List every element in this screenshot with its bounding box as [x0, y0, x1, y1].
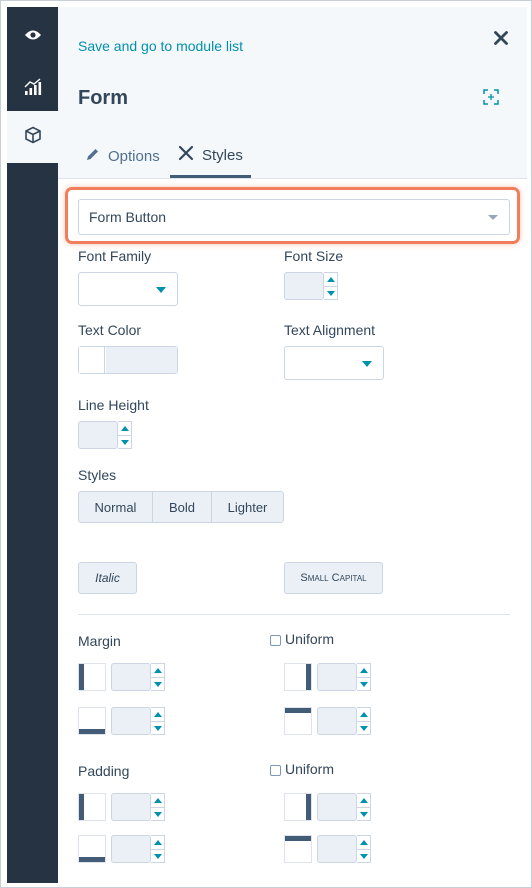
small-capital-button[interactable]: Small Capital — [284, 562, 383, 594]
element-select-dropdown[interactable]: Form Button — [78, 199, 510, 235]
padding-top-side-icon — [284, 835, 312, 863]
font-family-dropdown[interactable] — [78, 272, 178, 306]
margin-left-input[interactable] — [111, 663, 151, 691]
decrement-icon[interactable] — [360, 854, 368, 859]
module-title: Form — [78, 87, 128, 109]
line-height-label: Line Height — [78, 397, 149, 413]
margin-bottom-side-icon — [78, 707, 106, 735]
left-rail — [7, 7, 58, 883]
cube-icon — [24, 126, 42, 149]
section-divider — [78, 614, 510, 615]
decrement-icon[interactable] — [154, 726, 162, 731]
module-editor-panel: Save and go to module list Form Options … — [58, 7, 527, 883]
padding-right-side-icon — [284, 793, 312, 821]
increment-icon[interactable] — [360, 798, 368, 803]
decrement-icon[interactable] — [360, 726, 368, 731]
expand-panel-icon[interactable] — [483, 89, 501, 107]
bold-button[interactable]: Bold — [153, 492, 212, 522]
margin-top-side-icon — [284, 707, 312, 735]
padding-uniform-label: Uniform — [285, 761, 335, 777]
normal-button[interactable]: Normal — [79, 492, 153, 522]
increment-icon[interactable] — [121, 426, 129, 431]
decrement-icon[interactable] — [121, 440, 129, 445]
text-color-label: Text Color — [78, 322, 142, 338]
increment-icon[interactable] — [154, 840, 162, 845]
font-size-stepper[interactable] — [324, 272, 338, 300]
padding-label: Padding — [78, 763, 130, 779]
padding-left-side-icon — [78, 793, 106, 821]
tab-styles-label: Styles — [202, 146, 243, 164]
increment-icon[interactable] — [360, 840, 368, 845]
tab-options[interactable]: Options — [85, 135, 160, 178]
increment-icon[interactable] — [154, 668, 162, 673]
save-and-go-to-module-list-link[interactable]: Save and go to module list — [78, 38, 243, 54]
decrement-icon[interactable] — [360, 812, 368, 817]
tab-options-label: Options — [108, 148, 160, 165]
panel-header: Save and go to module list Form Options … — [58, 7, 527, 179]
margin-uniform-label: Uniform — [285, 631, 335, 647]
margin-label: Margin — [78, 633, 121, 649]
color-hex-input[interactable] — [106, 347, 177, 373]
tab-styles[interactable]: Styles — [170, 135, 251, 178]
padding-right-input[interactable] — [317, 793, 357, 821]
small-capital-button-label: Small Capital — [300, 572, 367, 584]
margin-bottom-stepper[interactable] — [151, 707, 165, 735]
eye-icon — [24, 28, 42, 46]
increment-icon[interactable] — [360, 712, 368, 717]
text-alignment-label: Text Alignment — [284, 322, 376, 338]
padding-bottom-side-icon — [78, 835, 106, 863]
padding-top-input[interactable] — [317, 835, 357, 863]
lighter-button[interactable]: Lighter — [212, 492, 283, 522]
italic-button-label: Italic — [95, 571, 120, 585]
chevron-down-icon — [362, 361, 372, 367]
decrement-icon[interactable] — [154, 812, 162, 817]
decrement-icon[interactable] — [327, 291, 335, 296]
increment-icon[interactable] — [360, 668, 368, 673]
element-select-value: Form Button — [89, 209, 167, 225]
margin-left-side-icon — [78, 663, 106, 691]
scissors-brush-icon — [178, 145, 202, 165]
padding-bottom-input[interactable] — [111, 835, 151, 863]
line-height-stepper[interactable] — [118, 421, 132, 449]
margin-right-stepper[interactable] — [357, 663, 371, 691]
margin-top-stepper[interactable] — [357, 707, 371, 735]
padding-top-stepper[interactable] — [357, 835, 371, 863]
text-alignment-dropdown[interactable] — [284, 346, 384, 380]
increment-icon[interactable] — [327, 277, 335, 282]
font-size-input[interactable] — [284, 272, 324, 300]
close-icon[interactable] — [493, 30, 511, 48]
pencil-icon — [85, 147, 108, 166]
decrement-icon[interactable] — [154, 854, 162, 859]
decrement-icon[interactable] — [360, 682, 368, 687]
screenshot-frame: Save and go to module list Form Options … — [0, 0, 532, 888]
styles-label: Styles — [78, 467, 117, 483]
increment-icon[interactable] — [154, 712, 162, 717]
padding-left-input[interactable] — [111, 793, 151, 821]
italic-button[interactable]: Italic — [78, 562, 137, 594]
margin-top-input[interactable] — [317, 707, 357, 735]
text-color-picker[interactable] — [78, 346, 178, 374]
font-size-label: Font Size — [284, 248, 344, 264]
margin-left-stepper[interactable] — [151, 663, 165, 691]
padding-left-stepper[interactable] — [151, 793, 165, 821]
margin-uniform-checkbox[interactable] — [270, 635, 281, 646]
font-family-label: Font Family — [78, 248, 152, 264]
rail-analytics-button[interactable] — [7, 63, 58, 115]
margin-right-input[interactable] — [317, 663, 357, 691]
rail-preview-button[interactable] — [7, 11, 58, 63]
padding-right-stepper[interactable] — [357, 793, 371, 821]
line-height-input[interactable] — [78, 421, 118, 449]
chevron-down-icon — [488, 215, 498, 220]
decrement-icon[interactable] — [154, 682, 162, 687]
analytics-chart-icon — [24, 77, 42, 101]
rail-modules-button[interactable] — [7, 111, 58, 163]
increment-icon[interactable] — [154, 798, 162, 803]
margin-right-side-icon — [284, 663, 312, 691]
chevron-down-icon — [156, 287, 166, 293]
color-swatch[interactable] — [79, 347, 105, 373]
margin-bottom-input[interactable] — [111, 707, 151, 735]
padding-bottom-stepper[interactable] — [151, 835, 165, 863]
font-weight-button-group: Normal Bold Lighter — [78, 491, 284, 523]
padding-uniform-checkbox[interactable] — [270, 765, 281, 776]
